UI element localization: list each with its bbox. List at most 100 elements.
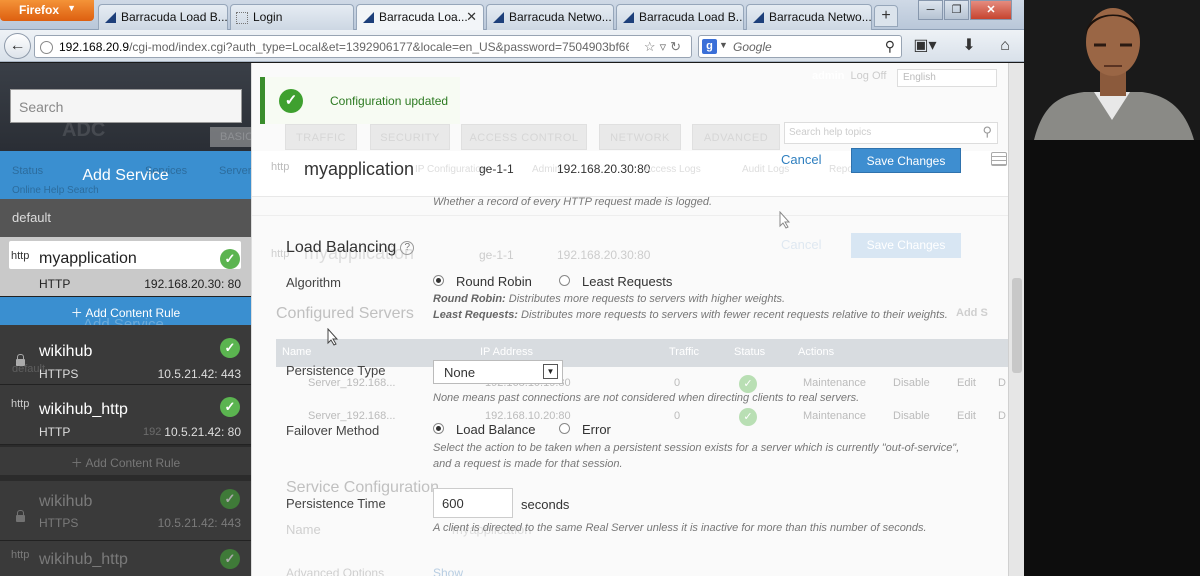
round-robin-radio[interactable] bbox=[433, 275, 444, 286]
close-icon[interactable]: ✕ bbox=[466, 9, 477, 25]
chevron-down-icon: ▼ bbox=[543, 364, 558, 379]
section-title-text: Load Balancing bbox=[286, 239, 397, 256]
ghost-nav-status: Status bbox=[12, 165, 44, 177]
magnifier-icon[interactable]: ⚲ bbox=[885, 38, 895, 55]
access-log-help: Whether a record of every HTTP request m… bbox=[433, 196, 712, 208]
url-path: /cgi-mod/index.cgi?auth_type=Local&et=13… bbox=[129, 40, 629, 54]
download-arrow-icon[interactable]: ⬇ bbox=[954, 34, 984, 58]
ghost-row-name: Server_192.168... bbox=[308, 377, 396, 389]
browser-nav-bar: ← 192.168.20.9/cgi-mod/index.cgi?auth_ty… bbox=[0, 30, 1024, 62]
ghost-action: D bbox=[998, 410, 1006, 422]
service-item-wikihub-http[interactable]: http wikihub_http ✓ HTTP 192 10.5.21.42:… bbox=[0, 385, 251, 445]
magnifier-icon: ⚲ bbox=[982, 124, 992, 139]
persistence-time-unit: seconds bbox=[521, 497, 570, 512]
ghost-name-label: Name bbox=[286, 522, 321, 537]
mouse-cursor-icon bbox=[327, 328, 339, 346]
error-radio[interactable] bbox=[559, 423, 570, 434]
service-address: 10.5.21.42: 443 bbox=[157, 516, 241, 530]
ghost-action: Disable bbox=[893, 377, 930, 389]
service-address: 10.5.21.42: 443 bbox=[157, 367, 241, 381]
ghost-nav-health: Server Health bbox=[219, 165, 251, 177]
ghost-col-ip: IP Address bbox=[480, 346, 533, 358]
admin-user: admin bbox=[812, 70, 845, 82]
service-name: wikihub_http bbox=[39, 551, 128, 568]
scrollbar-thumb[interactable] bbox=[1012, 278, 1022, 373]
service-protocol: http bbox=[11, 398, 30, 410]
address-bar[interactable]: 192.168.20.9/cgi-mod/index.cgi?auth_type… bbox=[34, 35, 692, 58]
language-select[interactable]: English bbox=[897, 69, 997, 87]
search-bar[interactable]: g ▼ Google ⚲ bbox=[698, 35, 902, 58]
ghost-row-ip: 192.168.10.20:80 bbox=[485, 410, 571, 422]
globe-icon bbox=[40, 41, 53, 54]
ghost-tab-security: SECURITY bbox=[370, 124, 450, 150]
lock-icon bbox=[16, 510, 25, 522]
url-host: 192.168.20.9 bbox=[59, 40, 130, 54]
ghost-service-config: Service Configuration bbox=[286, 479, 439, 496]
persistence-type-select[interactable]: None ▼ bbox=[433, 360, 563, 384]
algorithm-label: Algorithm bbox=[286, 275, 341, 290]
lr-help-label: Least Requests: bbox=[433, 309, 518, 321]
add-service-button[interactable]: Add Service Status Services Server Healt… bbox=[0, 151, 251, 199]
algorithm-help: Round Robin: Distributes more requests t… bbox=[433, 291, 993, 323]
browser-tab[interactable]: Login bbox=[230, 4, 354, 30]
ghost-action: Edit bbox=[957, 377, 976, 389]
bookmarks-icon[interactable]: ▣▾ bbox=[910, 34, 940, 58]
sidebar-search-input[interactable]: Search bbox=[10, 89, 242, 123]
load-balancing-title: Load Balancing? bbox=[286, 239, 415, 257]
firefox-menu-button[interactable]: Firefox ▼ bbox=[0, 0, 94, 21]
browser-tab-active[interactable]: Barracuda Loa... ✕ bbox=[356, 4, 484, 31]
persistence-time-help: A client is directed to the same Real Se… bbox=[433, 522, 927, 534]
restore-icon[interactable]: ❐ bbox=[944, 0, 969, 20]
service-group-header: default bbox=[0, 199, 251, 237]
tab-label: Barracuda Netwo... bbox=[769, 10, 872, 24]
home-icon[interactable]: ⌂ bbox=[990, 34, 1020, 58]
help-search-input[interactable]: Search help topics ⚲ bbox=[784, 122, 998, 144]
ghost-action: Edit bbox=[957, 410, 976, 422]
bookmark-star-icon[interactable]: ☆▿↻ bbox=[644, 39, 685, 55]
browser-tab[interactable]: Barracuda Load B... bbox=[98, 4, 228, 30]
admin-bar: admin Log Off bbox=[812, 70, 886, 82]
service-name: wikihub_http bbox=[39, 401, 128, 418]
error-label[interactable]: Error bbox=[582, 422, 611, 437]
persistence-time-input[interactable]: 600 bbox=[433, 488, 513, 518]
lr-help-text: Distributes more requests to servers wit… bbox=[521, 309, 948, 321]
ghost-col-traffic: Traffic bbox=[669, 346, 699, 358]
tab-label: Barracuda Netwo... bbox=[509, 10, 612, 24]
browser-tab[interactable]: Barracuda Load B... bbox=[616, 4, 744, 30]
ghost-configured-servers: Configured Servers bbox=[276, 305, 414, 322]
ghost-basic-tab: BASIC bbox=[210, 127, 251, 147]
new-tab-button[interactable]: + bbox=[874, 5, 898, 27]
round-robin-label[interactable]: Round Robin bbox=[456, 274, 532, 289]
help-question-icon[interactable]: ? bbox=[400, 241, 415, 255]
cancel-button[interactable]: Cancel bbox=[781, 152, 821, 167]
save-changes-button[interactable]: Save Changes bbox=[851, 148, 961, 173]
least-requests-label[interactable]: Least Requests bbox=[582, 274, 672, 289]
back-arrow-icon[interactable]: ← bbox=[4, 33, 31, 59]
logoff-link[interactable]: Log Off bbox=[851, 70, 887, 82]
service-item-myapplication[interactable]: http myapplication ✓ HTTP 192.168.20.30:… bbox=[0, 237, 251, 297]
window-close-icon[interactable]: ✕ bbox=[970, 0, 1012, 20]
mouse-cursor-icon bbox=[779, 211, 791, 229]
load-balance-label[interactable]: Load Balance bbox=[456, 422, 536, 437]
service-type: HTTP bbox=[39, 277, 71, 291]
rr-help-text: Distributes more requests to servers wit… bbox=[508, 293, 786, 305]
ghost-action: Disable bbox=[893, 410, 930, 422]
ghost-row-name: Server_192.168... bbox=[308, 410, 396, 422]
config-updated-toast: ✓ Configuration updated bbox=[260, 77, 460, 124]
list-icon[interactable] bbox=[991, 152, 1007, 166]
service-item-wikihub-http-ghost: http wikihub_http ✓ bbox=[0, 541, 251, 576]
main-scrollbar[interactable] bbox=[1008, 63, 1024, 576]
browser-tab[interactable]: Barracuda Netwo... bbox=[486, 4, 614, 30]
service-item-wikihub[interactable]: wikihub ✓ HTTPS 10.5.21.42: 443 default bbox=[0, 325, 251, 385]
barracuda-icon bbox=[622, 11, 635, 24]
google-icon[interactable]: g bbox=[702, 39, 717, 54]
persistence-time-label: Persistence Time bbox=[286, 496, 386, 511]
browser-tab[interactable]: Barracuda Netwo... bbox=[746, 4, 872, 30]
main-content: admin Log Off English ✓ Configuration up… bbox=[251, 63, 1009, 576]
add-content-rule-label: Add Content Rule bbox=[85, 456, 181, 470]
failover-help: Select the action to be taken when a per… bbox=[433, 442, 960, 470]
main-panel: admin Log Off English ✓ Configuration up… bbox=[251, 63, 1024, 576]
least-requests-radio[interactable] bbox=[559, 275, 570, 286]
load-balance-radio[interactable] bbox=[433, 423, 444, 434]
minimize-icon[interactable]: ─ bbox=[918, 0, 943, 20]
